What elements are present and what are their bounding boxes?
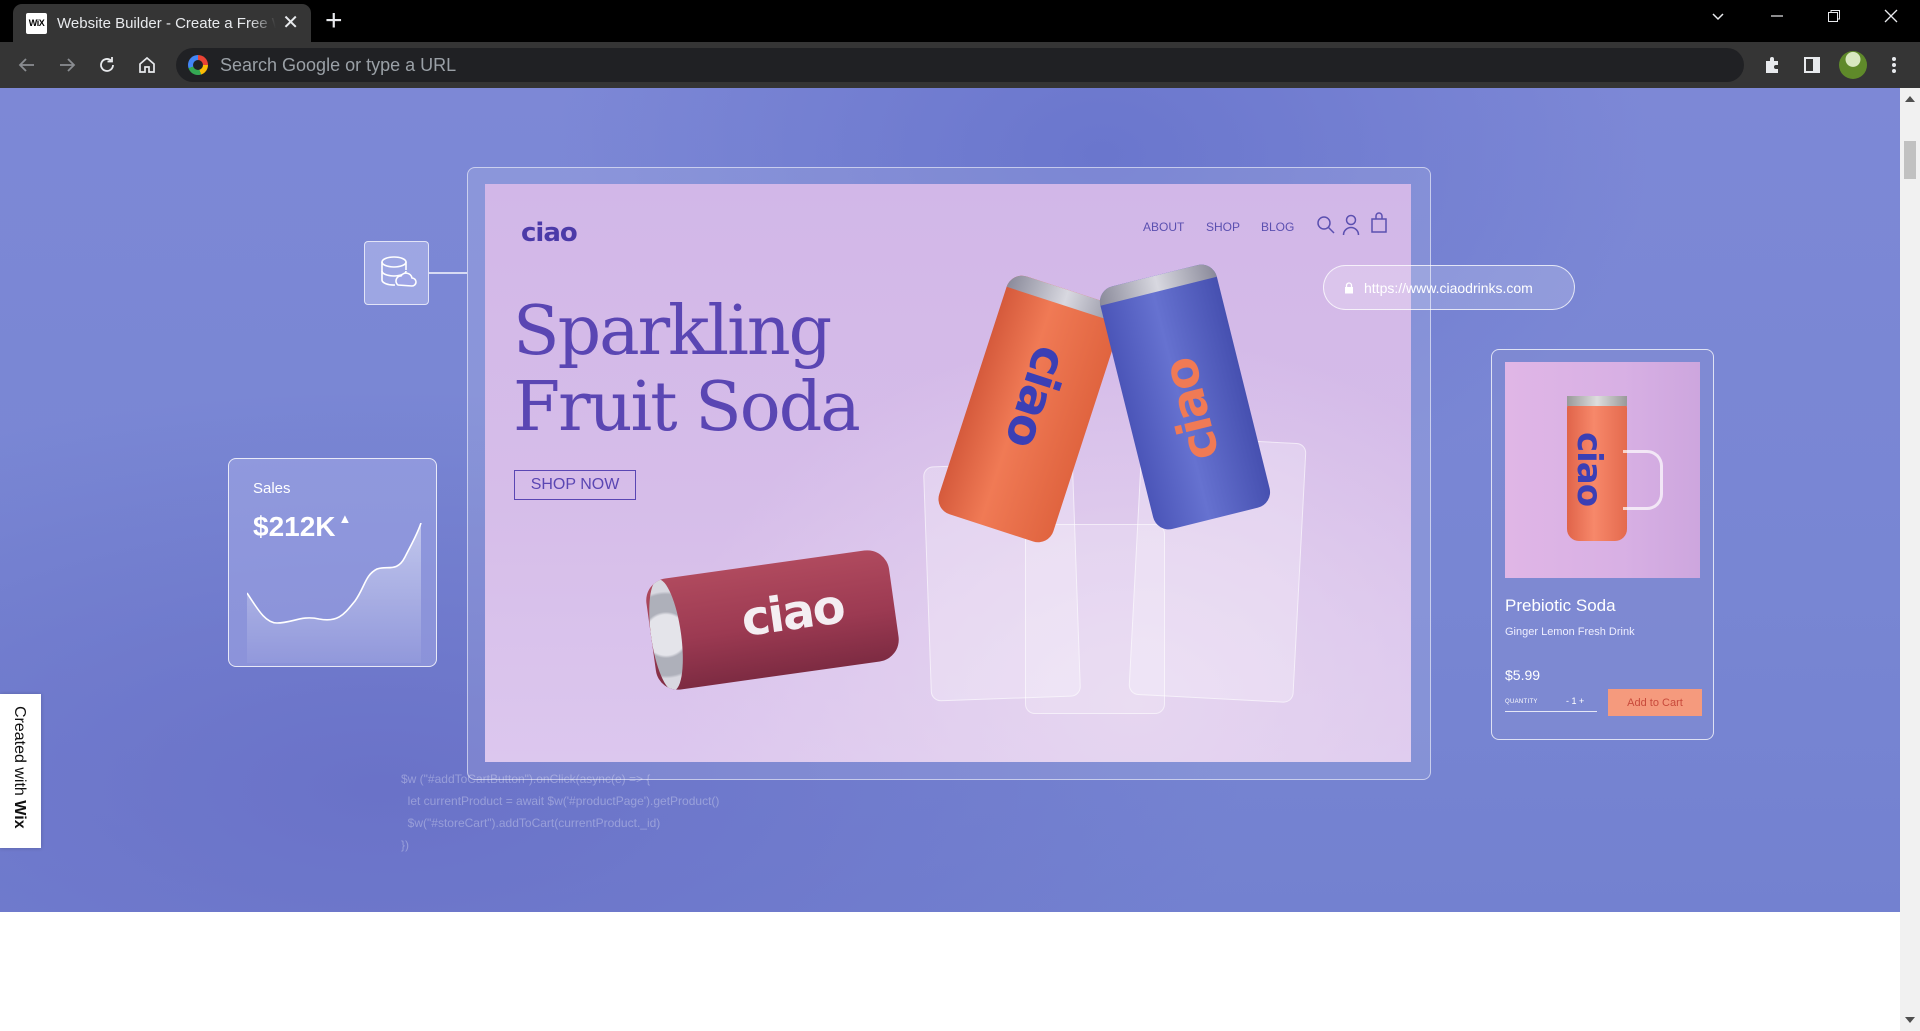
back-icon[interactable] (14, 52, 40, 78)
tab-search-icon[interactable] (1710, 6, 1726, 30)
can-label: ciao (737, 578, 847, 649)
close-window-button[interactable] (1883, 6, 1899, 30)
red-can: ciao (643, 547, 902, 693)
add-to-cart-button[interactable]: Add to Cart (1608, 689, 1702, 716)
ciao-website-preview: ciao ABOUT SHOP BLOG Sparkling Fruit Sod… (485, 184, 1411, 762)
page-scrollbar[interactable] (1900, 88, 1920, 1031)
ciao-logo: ciao (521, 218, 578, 248)
browser-title-bar: WiX Website Builder - Create a Free Webs… (0, 0, 1920, 42)
lock-icon (1345, 281, 1353, 293)
shop-now-button[interactable]: SHOP NOW (514, 470, 636, 500)
domain-url-text: https://www.ciaodrinks.com (1364, 279, 1533, 296)
scroll-up-arrow-icon[interactable] (1905, 96, 1915, 102)
extensions-icon[interactable] (1759, 52, 1785, 78)
ice-block (1025, 524, 1165, 714)
wix-badge-text: Created with Wix (11, 706, 28, 829)
created-with-wix-badge[interactable]: Created with Wix (0, 694, 41, 848)
cart-icon[interactable] (1370, 212, 1388, 239)
code-line: $w("#storeCart").addToCart(currentProduc… (401, 816, 661, 830)
product-card: ciao Prebiotic Soda Ginger Lemon Fresh D… (1491, 349, 1714, 740)
code-line: }) (401, 838, 410, 852)
new-tab-button[interactable]: + (325, 6, 343, 36)
code-line: let currentProduct = await $w('#productP… (401, 794, 720, 808)
connector-line (429, 272, 467, 274)
account-icon[interactable] (1342, 214, 1360, 241)
quantity-value: 1 (1571, 696, 1577, 706)
browser-tab[interactable]: WiX Website Builder - Create a Free Webs… (13, 4, 311, 42)
search-icon[interactable] (1316, 215, 1336, 240)
domain-url-pill: https://www.ciaodrinks.com (1323, 265, 1575, 310)
profile-avatar[interactable] (1839, 51, 1867, 79)
wix-favicon-icon: WiX (26, 12, 47, 34)
blue-can: ciao (1096, 261, 1274, 533)
product-subtitle: Ginger Lemon Fresh Drink (1505, 626, 1635, 638)
nav-blog[interactable]: BLOG (1261, 220, 1294, 234)
minimize-button[interactable] (1769, 6, 1785, 30)
database-icon (364, 241, 429, 305)
scroll-thumb[interactable] (1904, 141, 1916, 179)
hero-section: ciao ABOUT SHOP BLOG Sparkling Fruit Sod… (0, 88, 1900, 912)
sales-card: Sales $212K ▲ (228, 458, 437, 667)
tab-title: Website Builder - Create a Free Website (57, 14, 276, 32)
home-icon[interactable] (134, 52, 160, 78)
sales-label: Sales (253, 480, 291, 497)
glass-handle (1623, 450, 1663, 510)
sales-trend-chart (247, 523, 422, 663)
product-price: $5.99 (1505, 667, 1541, 683)
quantity-stepper[interactable]: - 1 + (1566, 696, 1584, 706)
orange-can: ciao (934, 271, 1126, 547)
address-bar[interactable]: Search Google or type a URL (176, 48, 1744, 82)
browser-toolbar: Search Google or type a URL (0, 42, 1920, 88)
tab-close-icon[interactable]: ✕ (282, 13, 299, 33)
headline-line-2: Fruit Soda (513, 368, 861, 447)
side-panel-icon[interactable] (1799, 52, 1825, 78)
google-icon (188, 55, 208, 75)
can-label: ciao (993, 339, 1079, 454)
scroll-down-arrow-icon[interactable] (1905, 1017, 1915, 1023)
code-snippet: $w ("#addToCartButton").onClick(async(e)… (401, 768, 719, 856)
page-viewport: ciao ABOUT SHOP BLOG Sparkling Fruit Sod… (0, 88, 1900, 1031)
nav-shop[interactable]: SHOP (1206, 220, 1240, 234)
hero-headline: Sparkling Fruit Soda (513, 292, 861, 447)
nav-about[interactable]: ABOUT (1143, 220, 1184, 234)
quantity-label: QUANTITY (1505, 699, 1538, 705)
product-can: ciao (1567, 396, 1627, 541)
reload-icon[interactable] (94, 52, 120, 78)
product-image: ciao (1505, 362, 1700, 578)
product-can-label: ciao (1569, 432, 1609, 507)
forward-icon[interactable] (54, 52, 80, 78)
restore-button[interactable] (1826, 6, 1842, 30)
product-name: Prebiotic Soda (1505, 596, 1616, 615)
code-line: $w ("#addToCartButton").onClick(async(e)… (401, 772, 651, 786)
menu-icon[interactable] (1881, 52, 1907, 78)
can-label: ciao (1151, 353, 1231, 467)
quantity-underline (1505, 711, 1597, 712)
address-bar-placeholder: Search Google or type a URL (220, 54, 457, 75)
headline-line-1: Sparkling (513, 292, 832, 371)
